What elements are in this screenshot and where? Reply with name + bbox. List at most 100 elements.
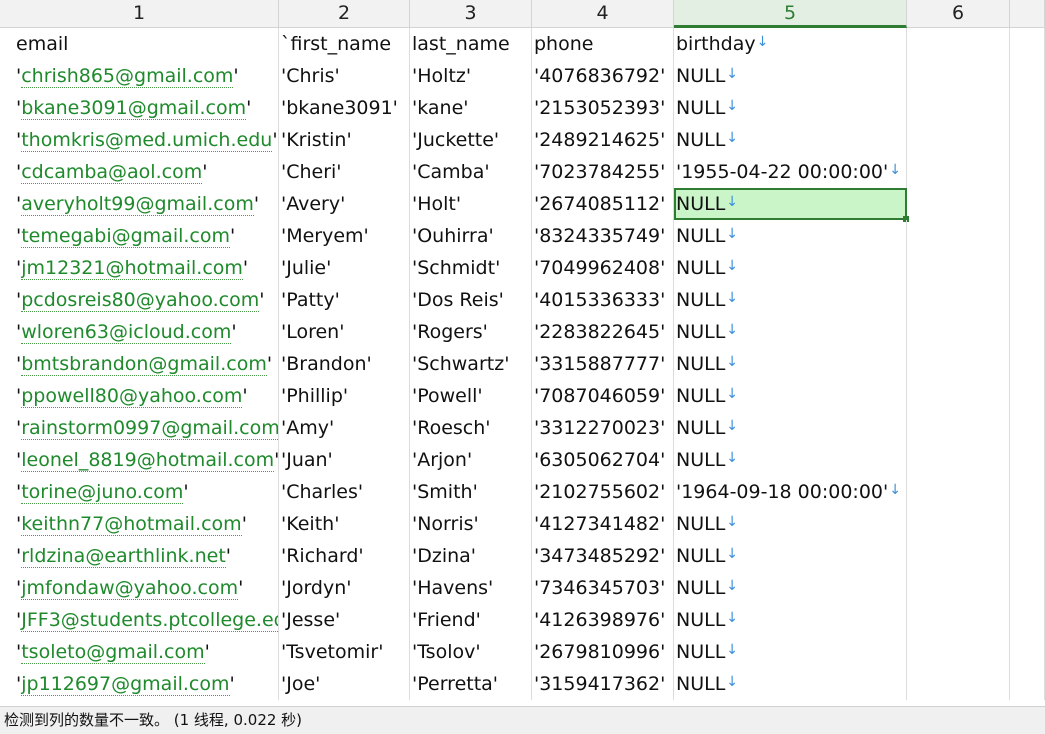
column-header-6[interactable]: 6 bbox=[907, 0, 1010, 27]
empty-cell[interactable] bbox=[907, 124, 1010, 156]
birthday-cell[interactable]: NULL↓ bbox=[674, 540, 907, 572]
last-name-cell[interactable]: 'Arjon' bbox=[410, 444, 532, 476]
empty-cell[interactable] bbox=[1010, 540, 1045, 572]
birthday-cell[interactable]: NULL↓ bbox=[674, 572, 907, 604]
last-name-cell[interactable]: 'Ouhirra' bbox=[410, 220, 532, 252]
empty-cell[interactable] bbox=[907, 220, 1010, 252]
email-cell[interactable]: 'jmfondaw@yahoo.com' bbox=[0, 572, 279, 604]
first-name-cell[interactable]: 'Kristin' bbox=[279, 124, 410, 156]
birthday-cell[interactable]: '1964-09-18 00:00:00'↓ bbox=[674, 476, 907, 508]
email-link[interactable]: cdcamba@aol.com bbox=[21, 161, 203, 184]
email-cell[interactable]: 'torine@juno.com' bbox=[0, 476, 279, 508]
empty-cell[interactable] bbox=[1010, 284, 1045, 316]
email-link[interactable]: rainstorm0997@gmail.com bbox=[21, 417, 278, 440]
email-cell[interactable]: 'jm12321@hotmail.com' bbox=[0, 252, 279, 284]
empty-cell[interactable] bbox=[1010, 252, 1045, 284]
email-cell[interactable]: 'keithn77@hotmail.com' bbox=[0, 508, 279, 540]
empty-cell[interactable] bbox=[907, 316, 1010, 348]
email-link[interactable]: pcdosreis80@yahoo.com bbox=[21, 289, 260, 312]
empty-cell[interactable] bbox=[907, 60, 1010, 92]
birthday-cell[interactable]: NULL↓ bbox=[674, 220, 907, 252]
column-header-5[interactable]: 5 bbox=[674, 0, 907, 28]
phone-cell[interactable]: '2679810996' bbox=[532, 636, 674, 668]
first-name-cell[interactable]: 'Phillip' bbox=[279, 380, 410, 412]
first-name-cell[interactable]: 'Joe' bbox=[279, 668, 410, 700]
phone-cell[interactable]: '2153052393' bbox=[532, 92, 674, 124]
phone-cell[interactable]: '8324335749' bbox=[532, 220, 674, 252]
birthday-cell[interactable]: NULL↓ bbox=[674, 604, 907, 636]
last-name-cell[interactable]: 'Holtz' bbox=[410, 60, 532, 92]
first-name-cell[interactable]: 'Jordyn' bbox=[279, 572, 410, 604]
column-header-3[interactable]: 3 bbox=[410, 0, 532, 27]
birthday-cell[interactable]: NULL↓ bbox=[674, 380, 907, 412]
email-cell[interactable]: 'wloren63@icloud.com' bbox=[0, 316, 279, 348]
empty-cell[interactable] bbox=[907, 540, 1010, 572]
email-link[interactable]: jp112697@gmail.com bbox=[21, 673, 230, 696]
last-name-cell[interactable]: 'kane' bbox=[410, 92, 532, 124]
phone-cell[interactable]: '2674085112' bbox=[532, 188, 674, 220]
email-link[interactable]: wloren63@icloud.com bbox=[21, 321, 232, 344]
field-name-cell[interactable]: `first_name bbox=[279, 28, 410, 60]
phone-cell[interactable]: '3315887777' bbox=[532, 348, 674, 380]
phone-cell[interactable]: '4015336333' bbox=[532, 284, 674, 316]
birthday-cell[interactable]: NULL↓ bbox=[674, 316, 907, 348]
phone-cell[interactable]: '2489214625' bbox=[532, 124, 674, 156]
empty-cell[interactable] bbox=[1010, 668, 1045, 700]
email-link[interactable]: torine@juno.com bbox=[21, 481, 184, 504]
email-link[interactable]: jm12321@hotmail.com bbox=[21, 257, 243, 280]
email-link[interactable]: thomkris@med.umich.edu bbox=[21, 129, 273, 152]
birthday-cell[interactable]: NULL↓ bbox=[674, 60, 907, 92]
empty-cell[interactable] bbox=[1010, 124, 1045, 156]
last-name-cell[interactable]: 'Dzina' bbox=[410, 540, 532, 572]
first-name-cell[interactable]: 'Cheri' bbox=[279, 156, 410, 188]
column-header-2[interactable]: 2 bbox=[279, 0, 410, 27]
first-name-cell[interactable]: 'Juan' bbox=[279, 444, 410, 476]
empty-cell[interactable] bbox=[907, 572, 1010, 604]
email-cell[interactable]: 'pcdosreis80@yahoo.com' bbox=[0, 284, 279, 316]
first-name-cell[interactable]: 'Patty' bbox=[279, 284, 410, 316]
email-cell[interactable]: 'rainstorm0997@gmail.com' bbox=[0, 412, 279, 444]
first-name-cell[interactable]: 'Tsvetomir' bbox=[279, 636, 410, 668]
first-name-cell[interactable]: 'Charles' bbox=[279, 476, 410, 508]
field-name-cell[interactable]: birthday↓ bbox=[674, 28, 907, 60]
first-name-cell[interactable]: 'Amy' bbox=[279, 412, 410, 444]
phone-cell[interactable]: '6305062704' bbox=[532, 444, 674, 476]
birthday-cell[interactable]: NULL↓ bbox=[674, 668, 907, 700]
birthday-cell[interactable]: '1955-04-22 00:00:00'↓ bbox=[674, 156, 907, 188]
last-name-cell[interactable]: 'Schwartz' bbox=[410, 348, 532, 380]
empty-cell[interactable] bbox=[1010, 188, 1045, 220]
last-name-cell[interactable]: 'Friend' bbox=[410, 604, 532, 636]
column-header-1[interactable]: 1 bbox=[0, 0, 279, 27]
email-link[interactable]: tsoleto@gmail.com bbox=[21, 641, 205, 664]
phone-cell[interactable]: '3312270023' bbox=[532, 412, 674, 444]
empty-cell[interactable] bbox=[1010, 572, 1045, 604]
first-name-cell[interactable]: 'Julie' bbox=[279, 252, 410, 284]
empty-cell[interactable] bbox=[1010, 476, 1045, 508]
empty-cell[interactable] bbox=[907, 348, 1010, 380]
email-link[interactable]: keithn77@hotmail.com bbox=[21, 513, 242, 536]
phone-cell[interactable]: '7346345703' bbox=[532, 572, 674, 604]
empty-cell[interactable] bbox=[907, 668, 1010, 700]
birthday-cell[interactable]: NULL↓ bbox=[674, 92, 907, 124]
field-name-cell[interactable]: phone bbox=[532, 28, 674, 60]
email-link[interactable]: JFF3@students.ptcollege.edu bbox=[21, 609, 278, 632]
first-name-cell[interactable]: 'Loren' bbox=[279, 316, 410, 348]
email-cell[interactable]: 'jp112697@gmail.com' bbox=[0, 668, 279, 700]
phone-cell[interactable]: '4126398976' bbox=[532, 604, 674, 636]
email-link[interactable]: bkane3091@gmail.com bbox=[21, 97, 247, 120]
last-name-cell[interactable]: 'Roesch' bbox=[410, 412, 532, 444]
last-name-cell[interactable]: 'Havens' bbox=[410, 572, 532, 604]
empty-cell[interactable] bbox=[1010, 444, 1045, 476]
empty-cell[interactable] bbox=[907, 508, 1010, 540]
last-name-cell[interactable]: 'Powell' bbox=[410, 380, 532, 412]
empty-cell[interactable] bbox=[907, 636, 1010, 668]
empty-cell[interactable] bbox=[1010, 60, 1045, 92]
birthday-cell[interactable]: NULL↓ bbox=[674, 124, 907, 156]
first-name-cell[interactable]: 'Meryem' bbox=[279, 220, 410, 252]
phone-cell[interactable]: '4127341482' bbox=[532, 508, 674, 540]
last-name-cell[interactable]: 'Dos Reis' bbox=[410, 284, 532, 316]
last-name-cell[interactable]: 'Norris' bbox=[410, 508, 532, 540]
field-name-cell[interactable]: email bbox=[0, 28, 279, 60]
phone-cell[interactable]: '2283822645' bbox=[532, 316, 674, 348]
empty-cell[interactable] bbox=[907, 156, 1010, 188]
